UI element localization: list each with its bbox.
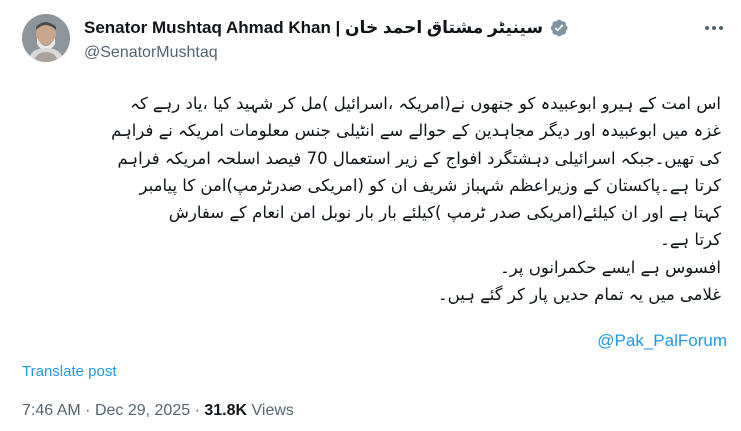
meta-separator: · — [85, 402, 91, 419]
author-name: Senator Mushtaq Ahmad Khan | سینیٹر مشتا… — [84, 18, 544, 37]
views-label: Views — [251, 402, 294, 419]
post-line: کہتا ہے اور ان کیلئے(امریکی صدر ٹرمپ )کی… — [168, 203, 721, 223]
post-meta: 7:46 AM · Dec 29, 2025 · 31.8K Views — [22, 402, 294, 420]
post-line: غلامی میں یہ تمام حدیں پار کر گئے ہیں۔ — [438, 285, 721, 305]
avatar[interactable] — [22, 14, 70, 62]
views-count: 31.8K — [204, 402, 248, 419]
dot — [712, 26, 716, 30]
post-line: افسوس ہے ایسے حکمرانوں پر۔ — [500, 257, 721, 277]
post-text: اس امت کے ہیرو ابوعبیدہ کو جنھوں نے(امری… — [22, 90, 721, 308]
dot — [719, 26, 723, 30]
meta-separator: · — [194, 402, 200, 419]
display-name[interactable]: Senator Mushtaq Ahmad Khan | سینیٹر مشتا… — [84, 18, 569, 38]
post-line: کی تھیں۔جبکہ اسرائیلی دہشتگرد افواج کے ز… — [117, 148, 721, 168]
verified-badge-icon — [550, 19, 568, 37]
post-line: غزہ میں ابوعبیدہ اور دیگر مجاہدین کے حوا… — [111, 121, 721, 141]
post-line: اس امت کے ہیرو ابوعبیدہ کو جنھوں نے(امری… — [130, 94, 721, 113]
post-line: کرتا ہے۔پاکستان کے وزیراعظم شہباز شریف ا… — [139, 175, 721, 195]
more-options-icon[interactable] — [705, 26, 723, 30]
post-line: کرتا ہے۔ — [660, 230, 721, 250]
mention-link[interactable]: @Pak_PalForum — [597, 331, 727, 351]
dot — [705, 26, 709, 30]
post-time[interactable]: 7:46 AM — [22, 402, 81, 419]
avatar-portrait-icon — [22, 14, 70, 62]
translate-post-link[interactable]: Translate post — [22, 363, 117, 380]
author-handle[interactable]: @SenatorMushtaq — [84, 44, 218, 62]
post-date[interactable]: Dec 29, 2025 — [95, 402, 190, 419]
